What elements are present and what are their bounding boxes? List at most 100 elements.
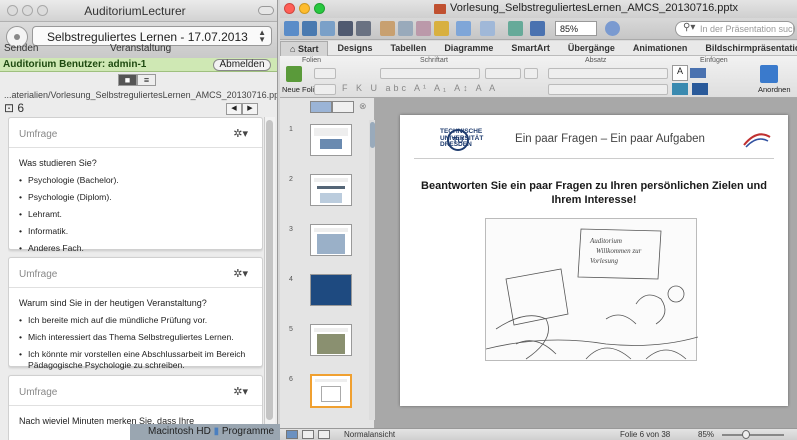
arrange-small-icon[interactable] bbox=[692, 83, 708, 95]
print-icon[interactable] bbox=[356, 21, 371, 36]
list-view-button[interactable]: ≡ bbox=[137, 74, 156, 86]
tab-smartart[interactable]: SmartArt bbox=[502, 41, 559, 56]
redo-icon[interactable] bbox=[480, 21, 495, 36]
slide-thumbnail[interactable] bbox=[310, 324, 352, 356]
slide-counter: Folie 6 von 38 bbox=[620, 430, 671, 439]
format-painter-icon[interactable] bbox=[434, 21, 449, 36]
window-title: AuditoriumLecturer bbox=[84, 4, 186, 18]
zoom-window-button[interactable] bbox=[314, 3, 325, 14]
section-button[interactable] bbox=[314, 84, 336, 95]
font-format-buttons[interactable]: F K U abc A¹ A₁ A↕ A A bbox=[342, 83, 498, 93]
home-icon: ⌂ bbox=[290, 44, 298, 54]
thumb-number: 5 bbox=[289, 326, 293, 333]
new-slide-icon[interactable] bbox=[286, 66, 302, 82]
slide-thumbnail[interactable] bbox=[310, 174, 352, 206]
tab-animationen[interactable]: Animationen bbox=[624, 41, 697, 56]
view-toggle: ■ ≡ bbox=[118, 74, 156, 86]
tab-tabellen[interactable]: Tabellen bbox=[381, 41, 435, 56]
slide-thumbnail[interactable] bbox=[310, 274, 352, 306]
outline-view-button[interactable] bbox=[332, 101, 354, 113]
clear-format-button[interactable] bbox=[524, 68, 538, 79]
open-icon[interactable] bbox=[320, 21, 335, 36]
next-slide-button[interactable]: ▶ bbox=[242, 103, 258, 115]
standard-toolbar: 85% In der Präsentation suchen ⚲▾ bbox=[280, 18, 797, 40]
font-size-select[interactable] bbox=[485, 68, 521, 79]
poll-option: Ich bereite mich auf die mündliche Prüfu… bbox=[19, 315, 252, 326]
gallery-icon[interactable] bbox=[530, 21, 545, 36]
close-panel-icon[interactable]: ⊗ bbox=[359, 101, 367, 112]
layout-button[interactable] bbox=[314, 68, 336, 79]
save-icon[interactable] bbox=[338, 21, 353, 36]
shape-icon[interactable] bbox=[690, 68, 706, 78]
gear-icon[interactable]: ✲▾ bbox=[233, 267, 248, 280]
new-slide-button[interactable]: Neue Folie bbox=[282, 85, 318, 94]
arrange-icon[interactable] bbox=[760, 65, 778, 83]
left-scrollbar-thumb[interactable] bbox=[266, 120, 273, 420]
group-label-folien: Folien bbox=[302, 57, 322, 64]
toolbar-toggle-button[interactable] bbox=[258, 6, 274, 15]
zoom-slider-knob[interactable] bbox=[742, 430, 750, 439]
templates-icon[interactable] bbox=[302, 21, 317, 36]
textbox-icon[interactable]: A bbox=[672, 65, 688, 81]
undo-icon[interactable] bbox=[456, 21, 471, 36]
gear-icon[interactable]: ✲▾ bbox=[233, 127, 248, 140]
arrange-button[interactable]: Anordnen bbox=[758, 85, 791, 94]
poll-list: Umfrage ✲▾ Was studieren Sie? Psychologie… bbox=[8, 117, 263, 440]
cut-icon[interactable] bbox=[380, 21, 395, 36]
sorter-view-icon[interactable] bbox=[302, 430, 314, 439]
copy-icon[interactable] bbox=[398, 21, 413, 36]
picture-icon[interactable] bbox=[672, 83, 688, 95]
tab-designs[interactable]: Designs bbox=[328, 41, 381, 56]
align-buttons[interactable] bbox=[548, 84, 668, 95]
slide-nav: ◀ ▶ bbox=[226, 103, 258, 115]
minimize-window-button[interactable] bbox=[299, 3, 310, 14]
list-buttons[interactable] bbox=[548, 68, 668, 79]
help-icon[interactable] bbox=[605, 21, 620, 36]
gear-icon[interactable]: ✲▾ bbox=[233, 385, 248, 398]
slides-view-button[interactable] bbox=[310, 101, 332, 113]
slide-body-text: Beantworten Sie ein paar Fragen zu Ihren… bbox=[421, 180, 767, 206]
status-bar: Normalansicht Folie 6 von 38 85% bbox=[280, 428, 797, 440]
tab-uebergaenge[interactable]: Übergänge bbox=[559, 41, 624, 56]
slide-thumbnail-selected[interactable] bbox=[310, 374, 352, 408]
ribbon-home: Folien Schriftart Absatz Einfügen Neue F… bbox=[280, 56, 797, 98]
slide-thumbnail[interactable] bbox=[310, 224, 352, 256]
paste-icon[interactable] bbox=[416, 21, 431, 36]
close-window-button[interactable] bbox=[7, 5, 18, 16]
slide-thumbnail[interactable] bbox=[310, 124, 352, 156]
tab-diagramme[interactable]: Diagramme bbox=[435, 41, 502, 56]
poll-card: Umfrage ✲▾ Warum sind Sie in der heutigen… bbox=[8, 257, 263, 370]
dock-item-programme[interactable]: Programme bbox=[222, 426, 274, 437]
dock-item-macintosh-hd[interactable]: Macintosh HD bbox=[148, 426, 211, 437]
current-slide[interactable]: TU TECHNISCHE UNIVERSITÄT DRESDEN Ein pa… bbox=[400, 115, 788, 406]
font-name-select[interactable] bbox=[380, 68, 480, 79]
slideshow-view-icon[interactable] bbox=[318, 430, 330, 439]
slide-view-button[interactable]: ■ bbox=[118, 74, 137, 86]
minimize-window-button[interactable] bbox=[22, 5, 33, 16]
prev-slide-button[interactable]: ◀ bbox=[226, 103, 242, 115]
panel-view-toggle bbox=[310, 101, 354, 113]
poll-option: Lehramt. bbox=[19, 209, 252, 220]
poll-card-title: Umfrage bbox=[19, 387, 58, 398]
zoom-slider[interactable] bbox=[722, 434, 784, 436]
tab-start[interactable]: ⌂ Start bbox=[280, 41, 329, 56]
thumb-number: 6 bbox=[289, 376, 293, 383]
poll-card-title: Umfrage bbox=[19, 129, 58, 140]
group-label-schriftart: Schriftart bbox=[420, 57, 449, 64]
normal-view-icon[interactable] bbox=[286, 430, 298, 439]
zoom-window-button[interactable] bbox=[37, 5, 48, 16]
tab-bildschirmpraesentation[interactable]: Bildschirmpräsentation bbox=[696, 41, 797, 56]
university-name: TECHNISCHE UNIVERSITÄT DRESDEN bbox=[440, 128, 483, 149]
zoom-select[interactable]: 85% bbox=[555, 21, 597, 36]
new-icon[interactable] bbox=[284, 21, 299, 36]
uni-line: DRESDEN bbox=[440, 141, 472, 148]
thumb-number: 1 bbox=[289, 126, 293, 133]
media-icon[interactable] bbox=[508, 21, 523, 36]
thumb-number: 4 bbox=[289, 276, 293, 283]
logout-button[interactable]: Abmelden bbox=[213, 59, 271, 71]
file-path: ...aterialien/Vorlesung_Selbstregulierte… bbox=[4, 90, 278, 100]
poll-option: Psychologie (Diplom). bbox=[19, 192, 252, 203]
poll-card-title: Umfrage bbox=[19, 269, 58, 280]
close-window-button[interactable] bbox=[284, 3, 295, 14]
powerpoint-window: Vorlesung_SelbstreguliertesLernen_AMCS_2… bbox=[280, 0, 797, 440]
